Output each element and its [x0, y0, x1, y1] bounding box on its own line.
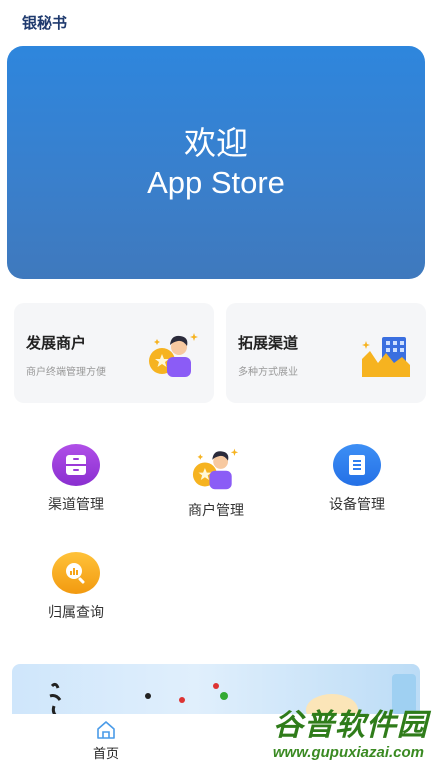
tab-home-label: 首页 — [92, 747, 119, 762]
tab-home[interactable]: 首页 — [78, 720, 134, 762]
card-subtitle: 商户终端管理方便 — [26, 367, 106, 378]
card-title: 发展商户 — [26, 334, 87, 352]
grid-item-label: 归属查询 — [48, 605, 104, 621]
banner-welcome-text: 欢迎 — [183, 123, 248, 162]
grid-item-label: 商户管理 — [188, 503, 244, 519]
app-title: 银秘书 — [22, 14, 68, 32]
channel-management-item[interactable]: 渠道管理 — [26, 444, 126, 514]
document-icon — [333, 444, 381, 486]
channel-building-icon — [362, 337, 410, 377]
banner-app-store-text: App Store — [147, 164, 285, 200]
watermark-cn-text: 谷普软件园 — [273, 708, 428, 743]
welcome-banner[interactable]: 欢迎 App Store — [7, 46, 425, 279]
attribution-query-item[interactable]: 归属查询 — [26, 552, 126, 622]
drawer-icon — [52, 444, 100, 486]
develop-merchant-card[interactable]: 发展商户 商户终端管理方便 — [14, 303, 214, 403]
device-management-item[interactable]: 设备管理 — [307, 444, 407, 514]
grid-item-label: 渠道管理 — [48, 497, 104, 513]
merchant-person-icon — [192, 444, 240, 492]
search-chart-icon — [52, 552, 100, 594]
site-watermark: 谷普软件园 www.gupuxiazai.com — [228, 698, 428, 764]
card-subtitle: 多种方式展业 — [238, 367, 298, 378]
watermark-url-text: www.gupuxiazai.com — [272, 744, 424, 761]
grid-item-label: 设备管理 — [329, 497, 385, 513]
card-title: 拓展渠道 — [238, 334, 299, 352]
merchant-person-icon — [149, 333, 198, 377]
merchant-management-item[interactable]: 商户管理 — [166, 444, 266, 519]
home-icon — [97, 721, 115, 739]
expand-channel-card[interactable]: 拓展渠道 多种方式展业 — [226, 303, 426, 403]
